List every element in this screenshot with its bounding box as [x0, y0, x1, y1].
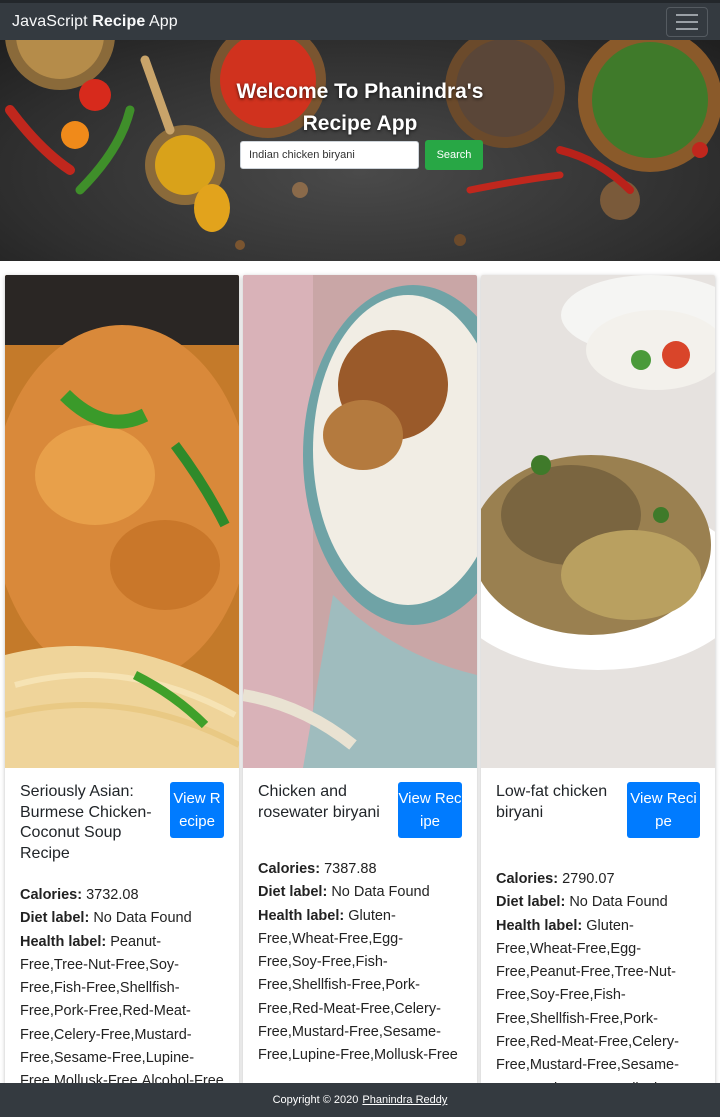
recipe-title: Chicken and rosewater biryani	[258, 783, 380, 821]
author-link[interactable]: Phanindra Reddy	[362, 1094, 447, 1106]
view-recipe-button[interactable]: View Recipe	[627, 782, 700, 838]
brand-bold: Recipe	[92, 12, 146, 30]
recipe-info: Calories: 2790.07 Diet label: No Data Fo…	[496, 868, 700, 1085]
calories-value: 7387.88	[324, 861, 377, 877]
health-label-value: Gluten-Free,Wheat-Free,Egg-Free,Peanut-F…	[496, 917, 696, 1085]
recipe-cards: Seriously Asian: Burmese Chicken-Coconut…	[5, 275, 716, 1085]
brand-suffix: App	[149, 12, 178, 30]
navbar-toggle-button[interactable]	[666, 6, 708, 37]
health-label-value: Gluten-Free,Wheat-Free,Egg-Free,Soy-Free…	[258, 907, 458, 1064]
health-label-label: Health label:	[20, 933, 107, 950]
search-input[interactable]	[240, 141, 419, 169]
brand-prefix: JavaScript	[12, 12, 88, 30]
hero-title-line2: Recipe App	[302, 112, 418, 135]
recipe-image[interactable]	[481, 275, 715, 768]
recipe-card: Seriously Asian: Burmese Chicken-Coconut…	[5, 275, 239, 1085]
recipe-image[interactable]	[243, 275, 477, 768]
search-form: Search	[240, 140, 483, 170]
recipe-image[interactable]	[5, 275, 239, 768]
health-label-label: Health label:	[258, 907, 345, 924]
health-label-label: Health label:	[496, 917, 583, 934]
calories-label: Calories:	[20, 887, 83, 903]
calories-value: 3732.08	[86, 887, 139, 903]
hero-title: Welcome To Phanindra's Recipe App	[0, 76, 720, 140]
diet-label-label: Diet label:	[258, 884, 328, 901]
health-label-value: Peanut-Free,Tree-Nut-Free,Soy-Free,Fish-…	[20, 933, 224, 1085]
view-recipe-button[interactable]: View Recipe	[398, 782, 462, 838]
calories-label: Calories:	[258, 861, 321, 877]
calories-value: 2790.07	[562, 871, 615, 887]
recipe-card: Chicken and rosewater biryani View Recip…	[243, 275, 477, 1085]
recipe-info: Calories: 7387.88 Diet label: No Data Fo…	[258, 858, 462, 1068]
hero-banner: Welcome To Phanindra's Recipe App Search	[0, 40, 720, 261]
copyright-text: Copyright © 2020	[272, 1094, 359, 1106]
diet-label-label: Diet label:	[20, 910, 90, 927]
hero-title-line1: Welcome To Phanindra's	[236, 80, 484, 103]
diet-label-value: No Data Found	[93, 910, 192, 927]
footer: Copyright © 2020 Phanindra Reddy	[0, 1083, 720, 1117]
diet-label-value: No Data Found	[569, 894, 668, 911]
recipe-info: Calories: 3732.08 Diet label: No Data Fo…	[20, 884, 224, 1085]
search-button[interactable]: Search	[425, 140, 483, 170]
navbar: JavaScript Recipe App	[0, 0, 720, 40]
recipe-title: Seriously Asian: Burmese Chicken-Coconut…	[20, 783, 152, 862]
diet-label-label: Diet label:	[496, 894, 566, 911]
diet-label-value: No Data Found	[331, 884, 430, 901]
recipe-card: Low-fat chicken biryani View Recipe Calo…	[481, 275, 715, 1085]
view-recipe-button[interactable]: View Recipe	[170, 782, 224, 838]
calories-label: Calories:	[496, 871, 559, 887]
brand[interactable]: JavaScript Recipe App	[12, 13, 178, 31]
recipe-title: Low-fat chicken biryani	[496, 783, 608, 821]
hamburger-icon	[676, 13, 698, 16]
